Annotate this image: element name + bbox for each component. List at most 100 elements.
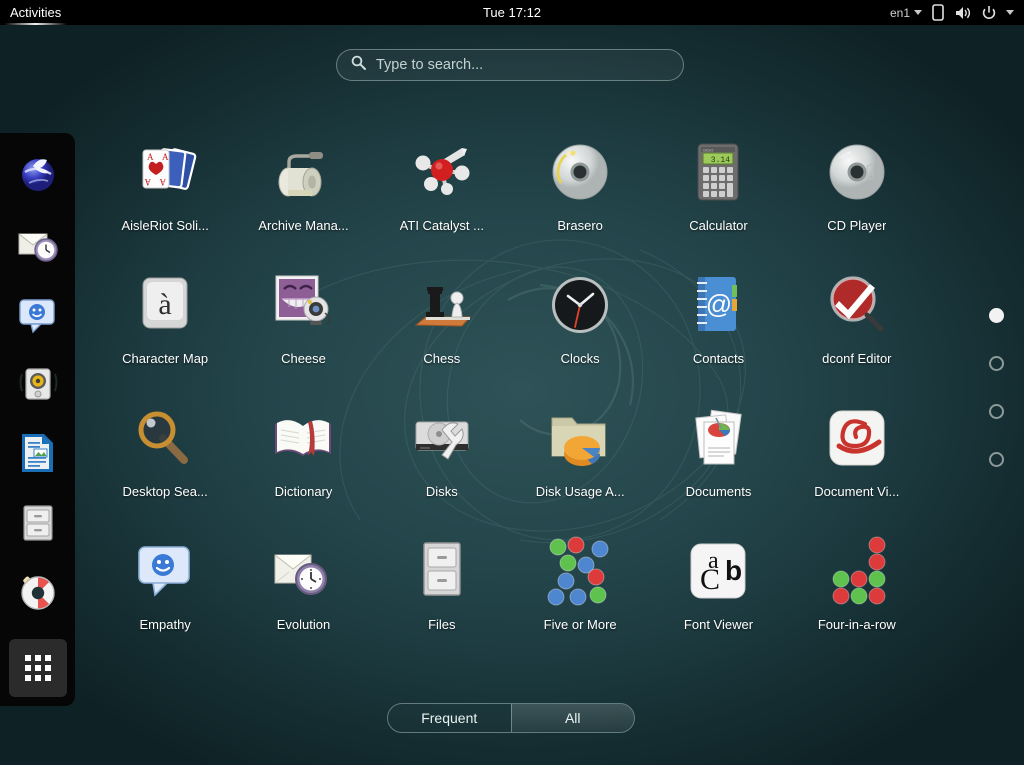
globe-icon [21,159,54,191]
envelope-clock-icon [267,535,339,607]
app-label: Contacts [692,351,745,366]
app-label: Cheese [281,351,326,366]
colored-balls-icon [544,535,616,607]
app-label: Character Map [122,351,209,366]
svg-text:à: à [158,288,171,321]
app-item[interactable]: Empathy [96,535,234,632]
search-input-placeholder: Type to search... [376,57,484,73]
page-indicators[interactable] [989,308,1004,467]
volume-icon [954,5,972,21]
tab-frequent[interactable]: Frequent [388,704,511,732]
keyboard-layout-indicator[interactable]: en1 [890,6,922,20]
power-icon [981,5,997,21]
dock-item-help[interactable] [14,569,62,617]
svg-text:A: A [144,177,151,187]
search-icon [351,55,366,75]
app-item[interactable]: GIGO 3.14 Calculator [649,136,787,233]
app-item[interactable]: Cheese [234,269,372,366]
status-menu-chevron-down-icon[interactable] [1006,10,1014,15]
page-dot-1[interactable] [989,308,1004,323]
clock-label[interactable]: Tue 17:12 [0,0,1024,25]
app-label: Dictionary [274,484,333,499]
app-item[interactable]: A A A A AisleRiot Soli... [96,136,234,233]
four-in-a-row-discs-icon [821,535,893,607]
app-item[interactable]: Disk Usage A... [511,402,649,499]
svg-text:b: b [725,555,742,586]
app-label: Files [428,617,456,632]
app-item[interactable]: Document Vi... [788,402,926,499]
app-item[interactable]: Clocks [511,269,649,366]
app-item[interactable]: ATI Catalyst ... [373,136,511,233]
activities-button[interactable]: Activities [0,0,71,25]
page-dot-2[interactable] [989,356,1004,371]
dock-item-show-applications[interactable] [8,639,67,697]
app-item[interactable]: a b C Font Viewer [649,535,787,632]
magnifier-icon [129,402,201,474]
grid-dots-icon [24,655,51,681]
app-item[interactable]: à Character Map [96,269,234,366]
cd-music-icon [821,136,893,208]
file-roller-icon [267,136,339,208]
dock-item-rhythmbox-music[interactable] [14,359,62,407]
app-item[interactable]: dconf Editor [788,269,926,366]
app-label: Clocks [560,351,600,366]
app-label: Disk Usage A... [535,484,625,499]
abc-letters-icon: a b C [682,535,754,607]
file-cabinet-icon [406,535,478,607]
app-label: Archive Mana... [258,218,349,233]
app-item[interactable]: @ Contacts [649,269,787,366]
chevron-down-icon [914,10,922,15]
tab-all[interactable]: All [510,704,634,732]
svg-text:A: A [159,177,166,187]
dock-item-libreoffice-writer[interactable] [14,429,62,477]
clock-face-icon [544,269,616,341]
dash [0,133,75,706]
app-item[interactable]: Dictionary [234,402,372,499]
app-item[interactable]: Desktop Sea... [96,402,234,499]
envelope-clock-icon [18,233,58,262]
app-label: Font Viewer [683,617,754,632]
page-dot-4[interactable] [989,452,1004,467]
app-label: Four-in-a-row [817,617,896,632]
lifebuoy-icon [20,576,55,610]
svg-text:GIGO: GIGO [703,147,713,152]
search-entry[interactable]: Type to search... [336,49,684,81]
app-item[interactable]: Files [373,535,511,632]
page-dot-3[interactable] [989,404,1004,419]
app-item[interactable]: Archive Mana... [234,136,372,233]
app-item[interactable]: Documents [649,402,787,499]
app-item[interactable]: Brasero [511,136,649,233]
app-item[interactable]: Five or More [511,535,649,632]
display-icon [931,4,945,21]
folder-piechart-icon [544,402,616,474]
app-grid: A A A A AisleRiot Soli... Archive Mana..… [96,136,926,632]
chat-smiley-icon [129,535,201,607]
keyboard-layout-label: en1 [889,5,910,20]
app-label: Brasero [557,218,603,233]
playing-cards-icon: A A A A [129,136,201,208]
molecule-icon [406,136,478,208]
app-item[interactable]: Chess [373,269,511,366]
keyboard-key-a-grave-icon: à [129,269,201,341]
app-item[interactable]: CD Player [788,136,926,233]
status-area[interactable]: en1 [890,4,1024,21]
speaker-icon [19,368,57,400]
chess-pieces-icon [406,269,478,341]
app-item[interactable]: Evolution [234,535,372,632]
top-bar: Activities Tue 17:12 en1 [0,0,1024,25]
dock-item-evolution-mail[interactable] [14,219,62,267]
address-book-at-icon: @ [682,269,754,341]
svg-text:A: A [162,152,169,162]
checkmark-magnifier-icon [821,269,893,341]
svg-text:@: @ [706,289,732,319]
view-selector: Frequent All [387,703,635,733]
dock-item-files[interactable] [14,499,62,547]
open-book-icon [267,402,339,474]
app-item[interactable]: Disks [373,402,511,499]
dock-item-empathy-chat[interactable] [14,289,62,337]
dock-item-web-browser[interactable] [14,149,62,197]
app-item[interactable]: Four-in-a-row [788,535,926,632]
app-label: Five or More [543,617,617,632]
svg-text:A: A [147,152,154,162]
app-label: AisleRiot Soli... [121,218,209,233]
